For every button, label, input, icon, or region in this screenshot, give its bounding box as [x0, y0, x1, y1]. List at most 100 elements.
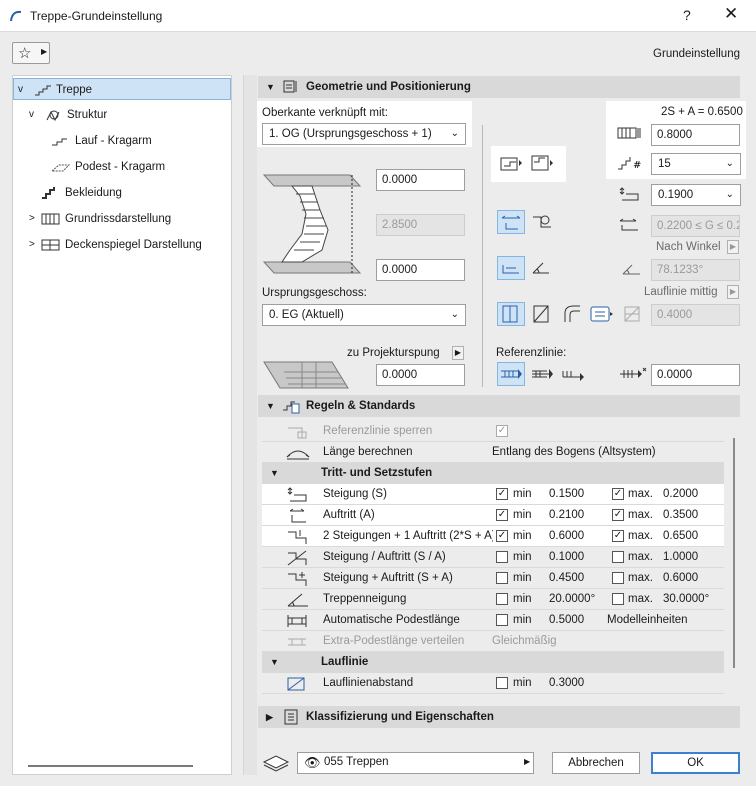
min-checkbox[interactable] [496, 572, 508, 584]
refline-center-button[interactable] [528, 362, 556, 386]
help-button[interactable]: ? [683, 7, 691, 23]
walkline-length-button[interactable] [497, 256, 525, 280]
step-formula-icon [288, 530, 307, 544]
tread-depth-icon [619, 218, 638, 231]
refline-left-button[interactable] [497, 362, 525, 386]
subsection-risers-treads[interactable]: ▼ Tritt- und Setzstufen [262, 463, 724, 484]
refline-offset-icon [620, 367, 647, 378]
rule-name: Automatische Podestlänge [323, 614, 460, 626]
min-label: min [513, 488, 532, 500]
min-value[interactable]: 20.0000° [549, 589, 595, 610]
riser-lock-button[interactable] [528, 210, 556, 234]
height-input[interactable]: 2.8500 [376, 214, 465, 236]
max-value[interactable]: 0.6000 [663, 568, 698, 589]
min-value[interactable]: 0.1000 [549, 547, 584, 568]
min-value[interactable]: 0.6000 [549, 526, 584, 547]
collapse-icon[interactable]: ▼ [266, 76, 275, 98]
min-checkbox[interactable] [496, 677, 508, 689]
favorites-button[interactable]: ☆ ▶ [12, 42, 50, 64]
max-value[interactable]: 0.2000 [663, 484, 698, 505]
tree-item-bekleidung[interactable]: Bekleidung [13, 182, 231, 204]
riser-count-dropdown[interactable]: 15 ⌄ [651, 153, 741, 175]
max-value[interactable]: 0.3500 [663, 505, 698, 526]
min-checkbox[interactable]: ✓ [496, 488, 508, 500]
rules-scrollbar[interactable] [733, 438, 735, 668]
min-value[interactable]: 0.1500 [549, 484, 584, 505]
stair-width-input[interactable]: 0.8000 [651, 124, 740, 146]
max-value[interactable]: 0.6500 [663, 526, 698, 547]
collapse-icon[interactable]: ▼ [266, 395, 275, 417]
collapse-icon[interactable]: ▼ [270, 463, 279, 484]
rule-name: 2 Steigungen + 1 Auftritt (2*S + A) [323, 530, 493, 542]
subsection-walkline[interactable]: ▼ Lauflinie [262, 652, 724, 673]
tree-item-lauf[interactable]: Lauf - Kragarm [13, 130, 231, 152]
distribution-value[interactable]: Gleichmäßig [492, 631, 557, 652]
max-checkbox[interactable]: ✓ [612, 488, 624, 500]
angle-lock-button[interactable] [528, 256, 556, 280]
length-calc-value[interactable]: Entlang des Bogens (Altsystem) [492, 442, 656, 463]
section-geometry-header[interactable]: ▼ Geometrie und Positionierung [258, 76, 740, 98]
tree-item-grundriss[interactable]: > Grundrissdarstellung [13, 208, 231, 230]
min-checkbox[interactable] [496, 593, 508, 605]
walkline-offset-icon [533, 305, 549, 323]
walkline-curve-button[interactable] [559, 302, 587, 326]
tree-item-treppe[interactable]: v Treppe [13, 78, 231, 100]
max-checkbox[interactable] [612, 551, 624, 563]
tree-item-struktur[interactable]: v Struktur [13, 104, 231, 126]
expand-icon[interactable]: ▶ [266, 706, 273, 728]
expand-icon[interactable]: > [29, 208, 35, 230]
min-checkbox[interactable] [496, 551, 508, 563]
expand-icon[interactable]: > [29, 234, 35, 256]
min-checkbox[interactable] [496, 614, 508, 626]
min-checkbox[interactable]: ✓ [496, 530, 508, 542]
flight-type-turn-button[interactable] [528, 151, 556, 175]
project-zero-input[interactable]: 0.0000 [376, 364, 465, 386]
bottom-offset-input[interactable]: 0.0000 [376, 259, 465, 281]
min-checkbox[interactable]: ✓ [496, 509, 508, 521]
expand-icon[interactable]: v [29, 104, 34, 126]
walkline-center-button[interactable] [497, 302, 525, 326]
project-zero-menu-button[interactable]: ▶ [452, 346, 464, 360]
max-value[interactable]: 1.0000 [663, 547, 698, 568]
max-checkbox[interactable]: ✓ [612, 509, 624, 521]
close-button[interactable]: ✕ [724, 4, 738, 24]
tread-depth-lock-button[interactable] [497, 210, 525, 234]
angle-icon [532, 262, 549, 274]
section-classification-header[interactable]: ▶ Klassifizierung und Eigenschaften [258, 706, 740, 728]
tree-item-podest[interactable]: Podest - Kragarm [13, 156, 231, 178]
min-value[interactable]: 0.3000 [549, 673, 584, 694]
panel-splitter[interactable] [243, 75, 257, 775]
min-value[interactable]: 0.4500 [549, 568, 584, 589]
min-value[interactable]: 0.5000 [549, 610, 584, 631]
walkline-offset-button[interactable] [528, 302, 556, 326]
min-value[interactable]: 0.2100 [549, 505, 584, 526]
max-value[interactable]: 30.0000° [663, 589, 709, 610]
cancel-button[interactable]: Abbrechen [552, 752, 640, 774]
tree-item-deckenspiegel[interactable]: > Deckenspiegel Darstellung [13, 234, 231, 256]
rule-row-step-formula: 2 Steigungen + 1 Auftritt (2*S + A) ✓ mi… [262, 526, 724, 547]
top-link-dropdown[interactable]: 1. OG (Ursprungsgeschoss + 1) ⌄ [262, 123, 466, 145]
walkline-position-label: Lauflinie mittig [644, 286, 718, 298]
riser-height-icon [619, 187, 639, 201]
expand-icon[interactable]: v [18, 79, 23, 101]
top-offset-input[interactable]: 0.0000 [376, 169, 465, 191]
by-angle-menu-button[interactable]: ▶ [727, 240, 739, 254]
tree-scrollbar[interactable] [28, 765, 193, 767]
refline-right-button[interactable] [559, 362, 587, 386]
riser-height-dropdown[interactable]: 0.1900 ⌄ [651, 184, 741, 206]
layer-dropdown[interactable]: 👁 055 Treppen ▶ [297, 752, 534, 774]
walkline-options-button[interactable] [588, 302, 616, 326]
section-rules-header[interactable]: ▼ Regeln & Standards [258, 395, 740, 417]
ok-button[interactable]: OK [651, 752, 740, 774]
max-checkbox[interactable]: ✓ [612, 530, 624, 542]
collapse-icon[interactable]: ▼ [270, 652, 279, 673]
pitch-icon [287, 593, 308, 607]
flight-type-straight-button[interactable] [497, 151, 525, 175]
max-checkbox[interactable] [612, 572, 624, 584]
max-checkbox[interactable] [612, 593, 624, 605]
chevron-right-icon: ▶ [524, 757, 531, 766]
walkline-position-menu-button[interactable]: ▶ [727, 285, 739, 299]
home-story-dropdown[interactable]: 0. EG (Aktuell) ⌄ [262, 304, 466, 326]
refline-offset-input[interactable]: 0.0000 [651, 364, 740, 386]
refline-lock-checkbox[interactable]: ✓ [496, 425, 508, 437]
